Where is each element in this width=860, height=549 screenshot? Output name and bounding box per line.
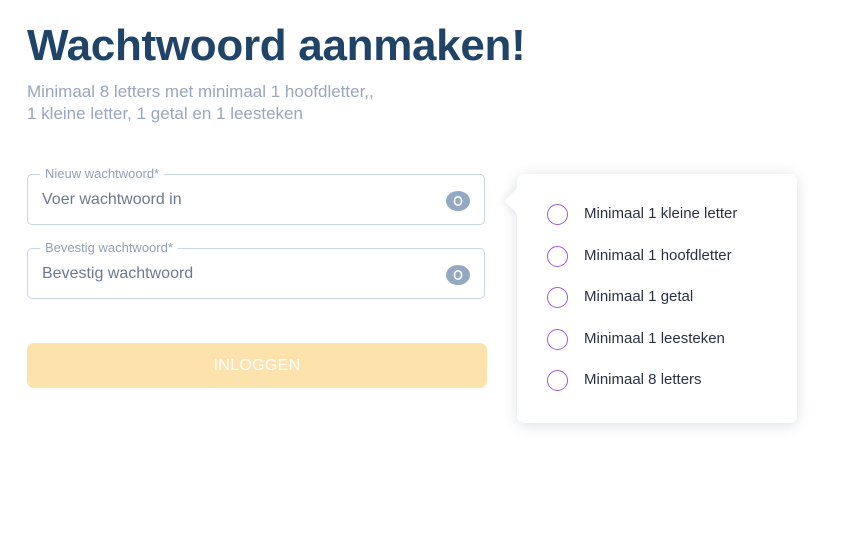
eye-icon[interactable] [446,191,470,211]
circle-icon [547,204,568,225]
circle-icon [547,328,568,350]
popover-arrow [504,188,530,214]
circle-icon [547,370,568,391]
requirement-label: Minimaal 1 kleine letter [584,205,738,222]
new-password-input[interactable] [42,189,432,211]
eye-icon[interactable] [446,265,470,285]
circle-icon [547,287,568,308]
password-hint-line-1: Minimaal 8 letters met minimaal 1 hoofdl… [27,82,374,101]
requirement-label: Minimaal 8 letters [584,371,702,388]
requirement-uppercase: Minimaal 1 hoofdletter [547,245,737,288]
requirement-lowercase: Minimaal 1 kleine letter [547,204,737,246]
login-button[interactable]: INLOGGEN [27,343,487,388]
requirement-number: Minimaal 1 getal [547,287,737,329]
new-password-field: Nieuw wachtwoord* [27,166,485,225]
requirement-length: Minimaal 8 letters [547,370,737,412]
requirement-label: Minimaal 1 leesteken [584,329,725,347]
requirement-label: Minimaal 1 hoofdletter [584,246,732,264]
password-requirements-popover: Minimaal 1 kleine letter Minimaal 1 hoof… [504,174,797,423]
requirement-label: Minimaal 1 getal [584,288,694,305]
password-hint-line-2: 1 kleine letter, 1 getal en 1 leesteken [27,104,303,123]
circle-icon [547,245,568,267]
confirm-password-field: Bevestig wachtwoord* [27,240,485,299]
new-password-label: Nieuw wachtwoord* [40,166,165,182]
page-title: Wachtwoord aanmaken! [27,21,526,70]
requirements-list: Minimaal 1 kleine letter Minimaal 1 hoof… [547,204,737,412]
password-hint: Minimaal 8 letters met minimaal 1 hoofdl… [27,81,447,125]
confirm-password-input[interactable] [42,263,432,285]
confirm-password-label: Bevestig wachtwoord* [40,240,178,256]
create-password-page: Wachtwoord aanmaken! Minimaal 8 letters … [0,0,860,549]
requirement-punctuation: Minimaal 1 leesteken [547,328,737,371]
